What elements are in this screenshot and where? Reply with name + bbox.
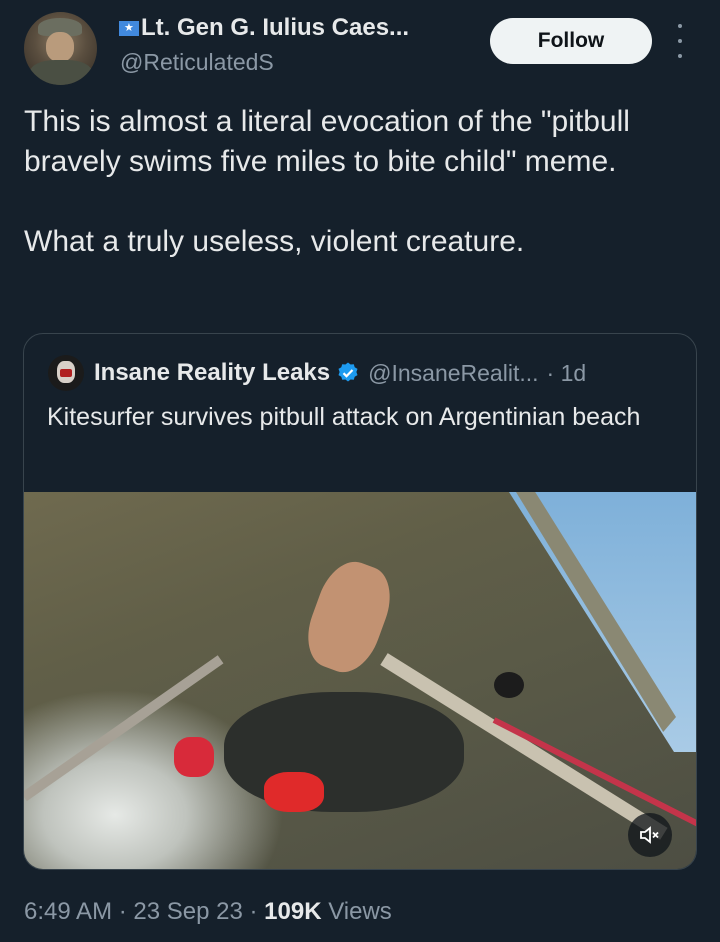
quoted-display-name[interactable]: Insane Reality Leaks xyxy=(94,359,330,387)
quoted-avatar[interactable] xyxy=(48,355,84,391)
tweet-date[interactable]: 23 Sep 23 xyxy=(133,898,242,925)
tweet-time[interactable]: 6:49 AM xyxy=(24,898,112,925)
quoted-age: · 1d xyxy=(546,359,587,386)
author-name-row[interactable]: Lt. Gen G. Iulius Caes... xyxy=(119,14,409,42)
somalia-flag-icon xyxy=(119,20,139,36)
quoted-tweet[interactable]: Insane Reality Leaks @InsaneRealit... · … xyxy=(23,333,697,870)
avatar-face xyxy=(46,32,74,62)
author-handle[interactable]: @ReticulatedS xyxy=(120,49,274,76)
follow-button[interactable]: Follow xyxy=(490,18,652,64)
tweet-paragraph-2: What a truly useless, violent creature. xyxy=(24,225,525,258)
video-thumbnail[interactable] xyxy=(24,492,696,869)
tweet-paragraph-1: This is almost a literal evocation of th… xyxy=(24,105,630,178)
avatar-coat xyxy=(30,60,92,85)
author-avatar[interactable] xyxy=(24,12,97,85)
quoted-handle[interactable]: @InsaneRealit... xyxy=(368,360,538,387)
quoted-text: Kitesurfer survives pitbull attack on Ar… xyxy=(47,403,641,431)
quoted-header: Insane Reality Leaks @InsaneRealit... · … xyxy=(48,355,586,391)
dog-figure xyxy=(494,672,524,698)
tweet-meta: 6:49 AM · 23 Sep 23 · 109K Views xyxy=(24,898,392,925)
verified-icon xyxy=(338,362,358,382)
more-icon[interactable] xyxy=(670,24,690,58)
mute-icon[interactable] xyxy=(628,813,672,857)
views-label: Views xyxy=(321,898,392,925)
views-count: 109K xyxy=(264,898,322,925)
tweet-text: This is almost a literal evocation of th… xyxy=(24,102,694,262)
author-display-name[interactable]: Lt. Gen G. Iulius Caes... xyxy=(141,14,409,42)
